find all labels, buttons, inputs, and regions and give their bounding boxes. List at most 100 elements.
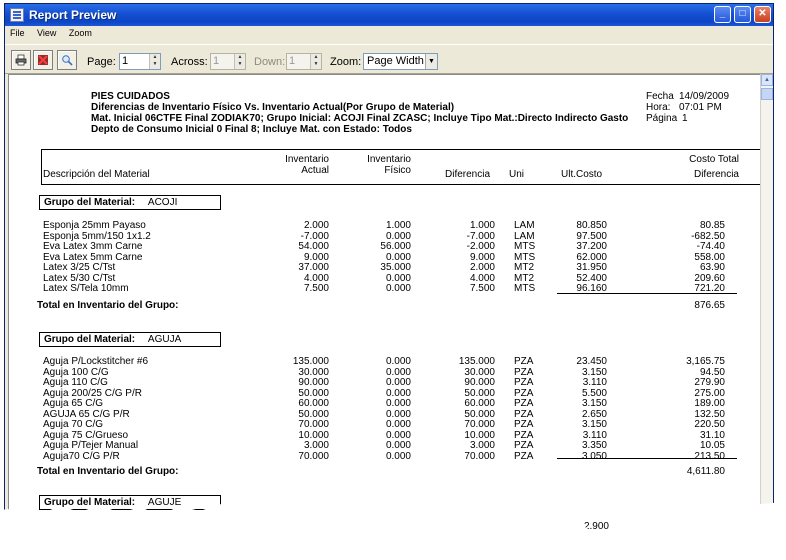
close-preview-icon xyxy=(38,55,48,65)
hora-value: 07:01 PM xyxy=(679,102,722,113)
group-name: ACOJI xyxy=(147,197,178,208)
cell-costo-total: 189.00 xyxy=(694,398,725,409)
col-costo-total-2: Diferencia xyxy=(693,169,739,180)
cell-uni: PZA xyxy=(514,377,534,388)
cell-inv-fisico: 0.000 xyxy=(385,251,411,263)
cell-costo-total: 94.50 xyxy=(699,366,725,378)
title-bar[interactable]: Report Preview _ □ ✕ xyxy=(5,4,773,26)
cell-ult-costo: 3.110 xyxy=(582,429,607,441)
close-preview-button[interactable] xyxy=(33,50,53,70)
cell-uni: MTS xyxy=(514,251,536,263)
cell-uni: PZA xyxy=(514,440,534,451)
pagina-value: 1 xyxy=(682,113,688,124)
hora-label: Hora: xyxy=(646,102,671,113)
col-uni: Uni xyxy=(509,169,525,180)
subtotal-line xyxy=(557,458,737,459)
cell-inv-fisico: 0.000 xyxy=(385,440,411,451)
cell-costo-total: -682.50 xyxy=(691,230,725,242)
report-title: Diferencias de Inventario Físico Vs. Inv… xyxy=(91,102,455,113)
page-value: 1 xyxy=(122,55,129,67)
cell-uni: LAM xyxy=(514,220,535,231)
cell-diferencia: 10.000 xyxy=(464,429,495,441)
report-app-icon xyxy=(10,8,24,22)
scroll-up-arrow[interactable]: ▲ xyxy=(761,74,773,86)
cell-desc: Aguja 200/25 C/G P/R xyxy=(43,387,142,399)
cell-ult-costo: 3.150 xyxy=(581,419,607,430)
down-label: Down: xyxy=(254,56,286,68)
cell-inv-fisico: 1.000 xyxy=(385,220,411,231)
cell-inv-fisico: 0.000 xyxy=(385,398,411,409)
col-inv-actual-2: Actual xyxy=(301,165,329,176)
report-page: PIES CUIDADOS Diferencias de Inventario … xyxy=(8,74,762,542)
cell-diferencia: 30.000 xyxy=(464,366,495,378)
cell-uni: MTS xyxy=(514,241,536,252)
cell-inv-actual: 50.000 xyxy=(298,408,329,420)
cell-diferencia: 90.000 xyxy=(464,377,495,388)
cell-diferencia: 135.000 xyxy=(458,356,495,367)
cell-inv-actual: 7.500 xyxy=(303,283,329,294)
torn-edge xyxy=(0,502,786,560)
cell-inv-fisico: 0.000 xyxy=(385,387,411,399)
across-spin-arrows[interactable]: ▲ ▼ xyxy=(234,54,245,69)
chevron-down-icon[interactable]: ▼ xyxy=(425,54,437,69)
group-header-aguja: Grupo del Material: AGUJA xyxy=(39,332,221,347)
cell-diferencia: 50.000 xyxy=(464,408,495,420)
cell-inv-fisico: 0.000 xyxy=(385,377,411,388)
cell-costo-total: 275.00 xyxy=(694,387,725,399)
scroll-thumb[interactable] xyxy=(761,88,773,100)
cell-uni: MT2 xyxy=(514,272,534,284)
menu-bar: File View Zoom xyxy=(5,26,773,42)
menu-zoom[interactable]: Zoom xyxy=(64,26,97,38)
maximize-button[interactable]: □ xyxy=(734,6,751,23)
menu-view[interactable]: View xyxy=(32,26,61,38)
col-desc: Descripción del Material xyxy=(43,169,150,180)
cell-inv-actual: 9.000 xyxy=(303,251,329,263)
page-spin-arrows[interactable]: ▲ ▼ xyxy=(149,54,160,69)
down-spin-arrows[interactable]: ▲ ▼ xyxy=(310,54,321,69)
page-spinner[interactable]: 1 ▲ ▼ xyxy=(119,53,161,70)
zoom-button[interactable] xyxy=(57,50,77,70)
menu-file[interactable]: File xyxy=(5,26,30,38)
pagina-label: Página xyxy=(646,113,678,124)
cell-ult-costo: 80.850 xyxy=(576,220,607,231)
toolbar: Page: 1 ▲ ▼ Across: 1 ▲ ▼ Down: 1 ▲ ▼ Zoom:… xyxy=(5,44,773,74)
cell-costo-total: 3,165.75 xyxy=(686,356,725,367)
cell-ult-costo: 23.450 xyxy=(576,356,607,367)
close-button[interactable]: ✕ xyxy=(754,6,771,23)
cell-inv-fisico: 0.000 xyxy=(385,366,411,378)
down-spinner[interactable]: 1 ▲ ▼ xyxy=(286,53,322,70)
down-value: 1 xyxy=(289,55,296,67)
cell-diferencia: 4.000 xyxy=(469,272,495,284)
zoom-value: Page Width xyxy=(367,55,424,67)
cell-diferencia: 3.000 xyxy=(469,440,495,451)
cell-uni: MTS xyxy=(514,283,536,294)
cell-ult-costo: 3.050 xyxy=(581,450,607,462)
cell-inv-actual: 54.000 xyxy=(298,241,329,252)
cell-diferencia: 60.000 xyxy=(464,398,495,409)
across-spinner[interactable]: 1 ▲ ▼ xyxy=(210,53,246,70)
cell-inv-actual: 10.000 xyxy=(298,429,329,441)
cell-desc: Latex 5/30 C/Tst xyxy=(43,272,116,284)
print-button[interactable] xyxy=(11,50,31,70)
cell-costo-total: 209.60 xyxy=(694,272,725,284)
cell-inv-actual: 37.000 xyxy=(298,262,329,273)
cell-ult-costo: 3.150 xyxy=(581,398,607,409)
report-filters-2: Depto de Consumo Inicial 0 Final 8; Incl… xyxy=(91,124,412,135)
company-name: PIES CUIDADOS xyxy=(91,91,170,102)
group-total-value: 876.65 xyxy=(694,300,725,311)
cell-inv-fisico: 0.000 xyxy=(385,408,411,420)
cell-diferencia: 50.000 xyxy=(464,387,495,399)
group-total-label: Total en Inventario del Grupo: xyxy=(37,300,179,311)
cell-desc: Esponja 25mm Payaso xyxy=(43,220,146,231)
zoom-select[interactable]: Page Width ▼ xyxy=(363,53,438,70)
cell-desc: Aguja 70 C/G xyxy=(43,419,104,430)
cell-ult-costo: 5.500 xyxy=(581,387,607,399)
cell-desc: Aguja 65 C/G xyxy=(43,398,104,409)
vertical-scrollbar[interactable]: ▲ xyxy=(760,74,773,542)
cell-inv-actual: 60.000 xyxy=(298,398,329,409)
page-label: Page: xyxy=(87,56,116,68)
cell-costo-total: 213.50 xyxy=(694,450,725,462)
cell-ult-costo: 3.350 xyxy=(581,440,607,451)
minimize-button[interactable]: _ xyxy=(714,6,731,23)
group-total-label: Total en Inventario del Grupo: xyxy=(37,466,179,477)
